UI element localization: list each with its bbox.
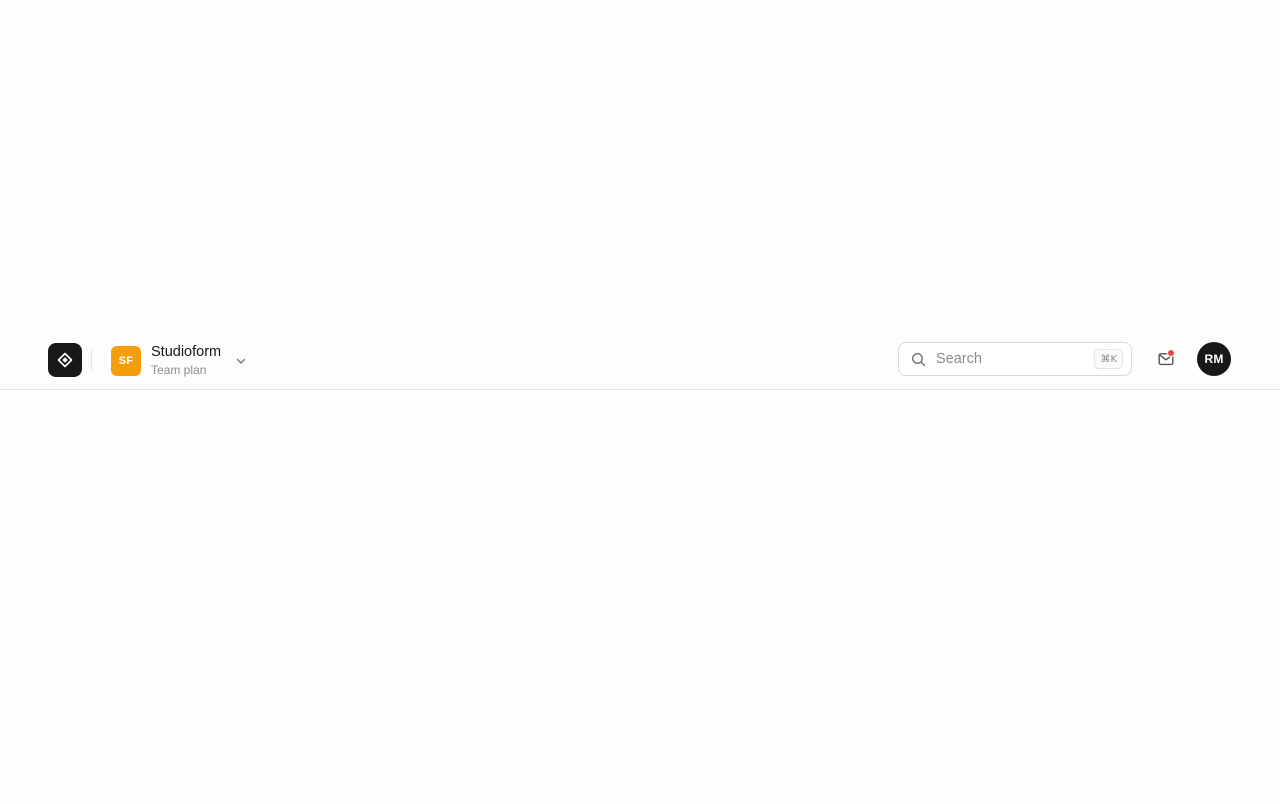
workspace-plan: Team plan [151, 363, 207, 377]
user-avatar[interactable]: RM [1197, 342, 1231, 376]
notification-dot [1167, 349, 1175, 357]
header-divider [91, 349, 92, 371]
diamond-logo-icon [57, 352, 73, 368]
chevron-down-icon [235, 355, 247, 367]
search-shortcut-hint: ⌘K [1094, 349, 1123, 369]
page: SF Studioform Team plan ⌘K [0, 0, 1280, 804]
search-box[interactable]: ⌘K [898, 342, 1132, 376]
workspace-name: Studioform [151, 344, 222, 360]
workspace-info: Studioform Team plan [151, 344, 221, 378]
inbox-button[interactable] [1154, 347, 1178, 371]
search-input[interactable] [936, 351, 1086, 367]
workspace-switcher[interactable]: SF Studioform Team plan [111, 344, 247, 378]
top-navigation-bar: SF Studioform Team plan ⌘K [0, 330, 1280, 390]
search-icon [911, 352, 926, 367]
workspace-avatar: SF [111, 346, 141, 376]
app-logo-button[interactable] [48, 343, 82, 377]
